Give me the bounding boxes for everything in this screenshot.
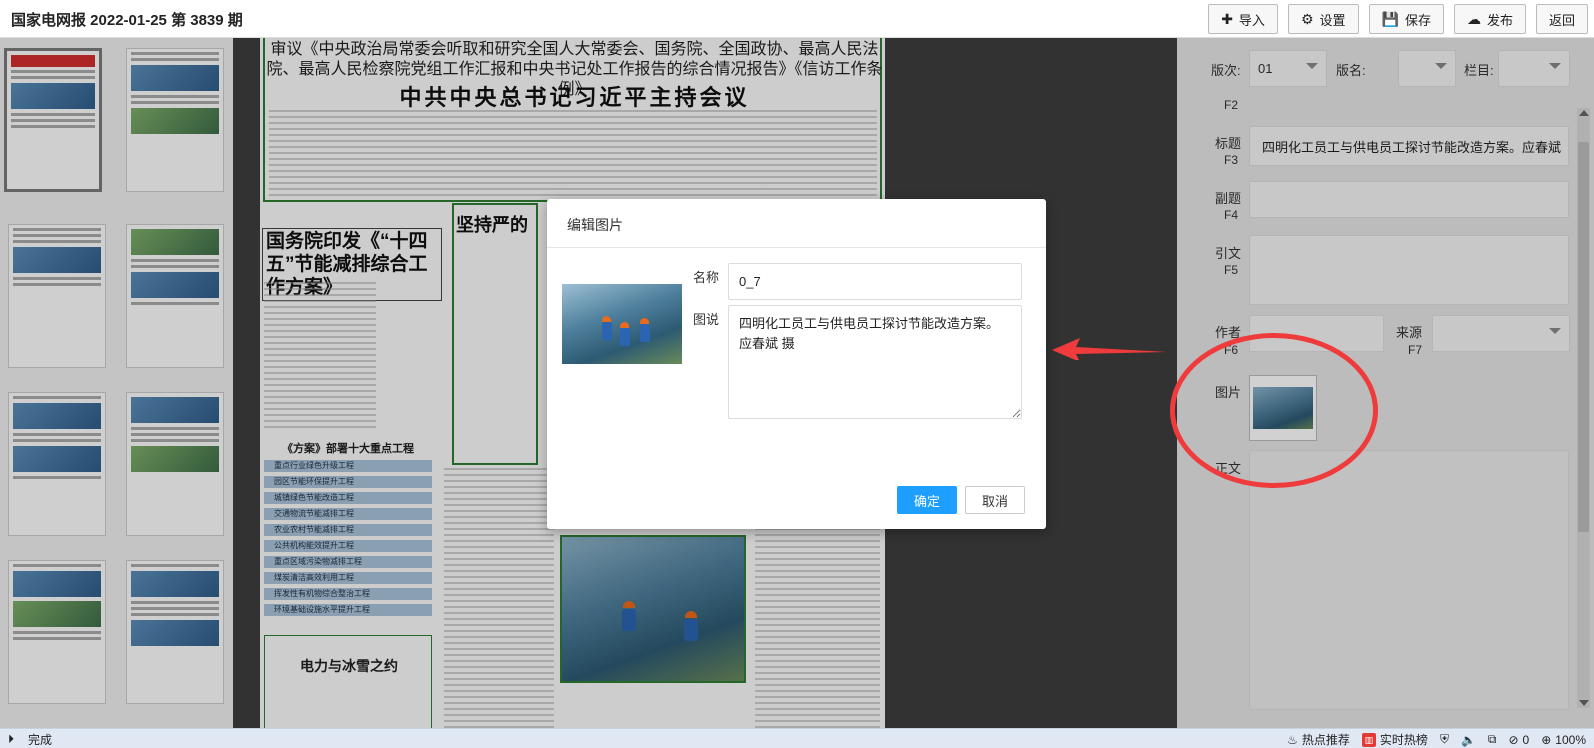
chart-icon: ▥ [1361,732,1376,747]
app-title: 国家电网报 2022-01-25 第 3839 期 [11,12,243,29]
status-bar: ⏵ 完成 ♨ 热点推荐 ▥ 实时热榜 ⛨ 🔈 ⧉ ⊘ 0 ⊕ 100% [0,728,1594,748]
hot-recommend-link[interactable]: ♨ 热点推荐 [1287,731,1350,748]
publish-button[interactable]: ☁ 发布 [1453,4,1526,34]
panel-toggle-icon[interactable]: ⏵ [8,732,14,747]
image-name-input[interactable] [728,263,1022,300]
zoom-icon: ⊕ [1541,732,1552,747]
briefcase-icon[interactable]: ⧉ [1488,732,1497,747]
badge-count: 0 [1522,732,1530,747]
annotation-circle [1170,333,1378,488]
cancel-button[interactable]: 取消 [965,486,1025,514]
dialog-title: 编辑图片 [567,217,623,233]
back-label: 返回 [1548,12,1575,28]
hot-recommend-label: 热点推荐 [1301,733,1350,747]
zoom-value: 100% [1555,732,1586,747]
back-button[interactable]: 返回 [1535,4,1588,34]
save-label: 保存 [1404,12,1431,28]
zoom-control[interactable]: ⊕ 100% [1541,733,1586,747]
import-label: 导入 [1238,12,1265,28]
save-button[interactable]: 💾 保存 [1368,4,1444,34]
save-icon: 💾 [1381,10,1399,27]
name-label: 名称 [693,270,720,285]
realtime-hot-label: 实时热榜 [1379,733,1428,747]
volume-icon[interactable]: 🔈 [1461,733,1476,747]
caption-label: 图说 [693,312,720,327]
image-caption-textarea[interactable]: 四明化工员工与供电员工探讨节能改造方案。 应春斌 摄 [728,305,1022,419]
plus-icon: ✚ [1221,10,1233,27]
badge-icon: ⊘ [1508,732,1519,747]
publish-label: 发布 [1486,12,1513,28]
security-badge[interactable]: ⊘ 0 [1508,733,1529,747]
dialog-image-preview [562,284,682,364]
realtime-hot-link[interactable]: ▥ 实时热榜 [1361,731,1428,748]
app-header: 国家电网报 2022-01-25 第 3839 期 ✚ 导入 ⚙ 设置 💾 保存 ☁ 发… [0,0,1594,38]
shield-icon[interactable]: ⛨ [1440,732,1449,747]
confirm-button[interactable]: 确定 [897,486,957,514]
annotation-arrow-icon [1052,338,1167,360]
import-button[interactable]: ✚ 导入 [1208,4,1278,34]
flame-icon: ♨ [1287,732,1298,747]
status-text: 完成 [28,733,53,747]
edit-image-dialog: 编辑图片 名称 图说 四明化工员工与供电员工探讨节能改造方案。 应春斌 摄 确定… [547,199,1046,529]
dialog-divider [547,247,1046,248]
gear-icon: ⚙ [1300,10,1314,27]
toolbar: ✚ 导入 ⚙ 设置 💾 保存 ☁ 发布 返回 [1208,4,1588,34]
settings-label: 设置 [1319,12,1346,28]
settings-button[interactable]: ⚙ 设置 [1287,4,1359,34]
cloud-upload-icon: ☁ [1466,10,1481,27]
